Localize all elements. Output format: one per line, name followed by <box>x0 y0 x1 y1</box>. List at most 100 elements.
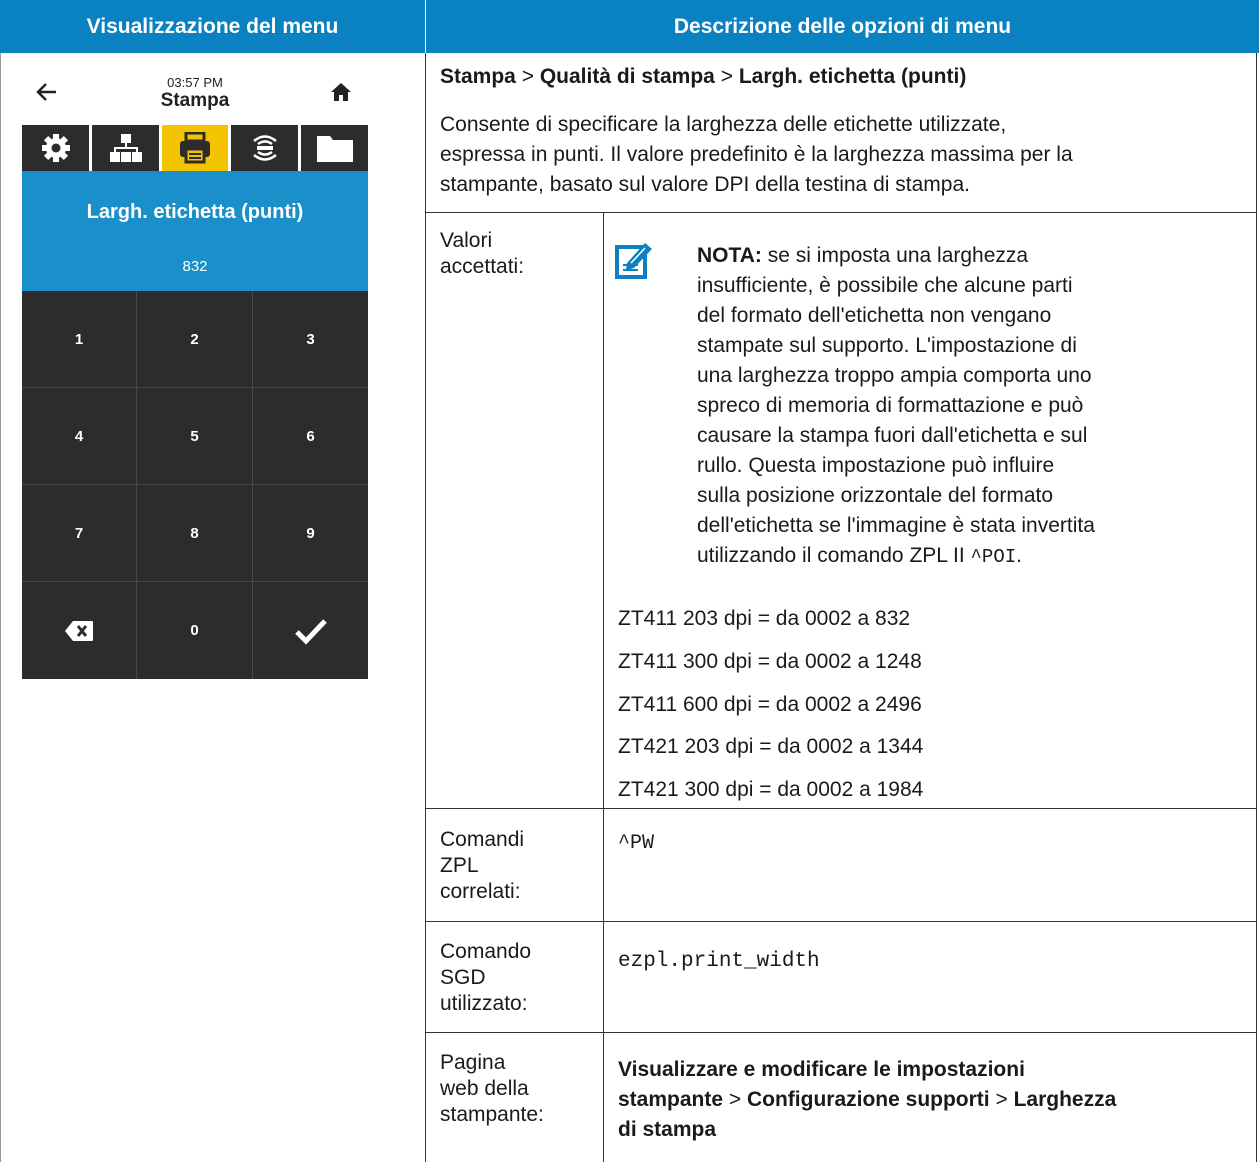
menu-path: Stampa > Qualità di stampa > Largh. etic… <box>440 62 966 92</box>
note-line: spreco di memoria di formattazione e può <box>697 394 1084 417</box>
note-block: NOTA: se si imposta una larghezza insuff… <box>697 241 1095 572</box>
sgd-label: Comando SGD utilizzato: <box>440 939 531 1017</box>
label-line: ZPL <box>440 854 479 877</box>
column-header-description: Descrizione delle opzioni di menu <box>426 0 1259 53</box>
note-line: del formato dell'etichetta non vengano <box>697 304 1052 327</box>
inner-column-divider <box>603 213 604 1162</box>
key-5[interactable]: 5 <box>137 388 253 485</box>
web-path-line: Visualizzare e modificare le impostazion… <box>618 1055 1116 1085</box>
network-tab[interactable] <box>92 125 159 171</box>
table-right-border <box>1256 53 1257 1162</box>
confirm-key[interactable] <box>253 582 368 679</box>
web-path-part: Visualizzare e modificare le impostazion… <box>618 1058 1025 1081</box>
key-3[interactable]: 3 <box>253 291 368 388</box>
zpl-label: Comandi ZPL correlati: <box>440 827 524 905</box>
label-line: Pagina <box>440 1051 506 1074</box>
web-path-line: di stampa <box>618 1115 1116 1145</box>
range-item: ZT411 300 dpi = da 0002 a 1248 <box>618 650 922 673</box>
zpl-command: ^PW <box>618 832 655 855</box>
web-label: Pagina web della stampante: <box>440 1050 544 1128</box>
folder-icon <box>316 136 353 162</box>
note-end: . <box>1016 544 1022 567</box>
description-line: espressa in punti. Il valore predefinito… <box>440 143 1073 166</box>
key-0[interactable]: 0 <box>137 582 253 679</box>
wireless-tab[interactable] <box>231 125 298 171</box>
note-pencil-icon <box>615 243 652 279</box>
description-line: Consente di specificare la larghezza del… <box>440 113 1007 136</box>
print-tab-active[interactable] <box>162 125 228 171</box>
key-2[interactable]: 2 <box>137 291 253 388</box>
menu-icon-bar <box>22 125 368 171</box>
folder-tab[interactable] <box>301 125 368 171</box>
key-6[interactable]: 6 <box>253 388 368 485</box>
display-title: Stampa <box>160 90 230 111</box>
row-divider <box>425 921 1257 922</box>
backspace-icon <box>65 620 93 641</box>
row-divider <box>425 212 1257 213</box>
display-top-bar: 03:57 PM Stampa <box>22 69 368 125</box>
row-divider <box>425 808 1257 809</box>
table-left-border <box>0 53 1 1162</box>
label-line: Valori <box>440 229 493 252</box>
note-line: una larghezza troppo ampia comporta uno <box>697 364 1092 387</box>
web-path-part: Configurazione supporti <box>746 1088 990 1111</box>
label-line: utilizzato: <box>440 992 528 1015</box>
checkmark-icon <box>294 618 327 645</box>
note-text: utilizzando il comando ZPL II <box>697 544 971 567</box>
path-larghezza: Largh. etichetta (punti) <box>738 65 967 88</box>
setting-label: Largh. etichetta (punti) <box>86 201 304 223</box>
home-icon[interactable] <box>330 81 352 103</box>
row-divider <box>425 1032 1257 1033</box>
key-4[interactable]: 4 <box>22 388 137 485</box>
label-line: SGD <box>440 966 486 989</box>
range-item: ZT411 203 dpi = da 0002 a 832 <box>618 607 911 630</box>
network-icon <box>109 134 142 162</box>
note-line: stampate sul supporto. L'impostazione di <box>697 334 1077 357</box>
label-line: Comandi <box>440 828 525 851</box>
path-stampa: Stampa <box>440 65 516 88</box>
description-line: stampante, basato sul valore DPI della t… <box>440 173 970 196</box>
settings-icon <box>41 134 70 162</box>
web-path-line: stampante > Configurazione supporti > La… <box>618 1085 1116 1115</box>
note-label: NOTA: <box>697 244 762 267</box>
label-line: stampante: <box>440 1103 544 1126</box>
note-line: rullo. Questa impostazione può influire <box>697 454 1055 477</box>
range-item: ZT421 300 dpi = da 0002 a 1984 <box>618 778 924 801</box>
backspace-key[interactable] <box>22 582 137 679</box>
range-item: ZT411 600 dpi = da 0002 a 2496 <box>618 693 922 716</box>
web-path: Visualizzare e modificare le impostazion… <box>618 1055 1116 1145</box>
valori-label: Valori accettati: <box>440 228 524 280</box>
key-1[interactable]: 1 <box>22 291 137 388</box>
path-qualita: Qualità di stampa <box>539 65 715 88</box>
path-separator: > <box>521 65 534 88</box>
note-line: causare la stampa fuori dall'etichetta e… <box>697 424 1088 447</box>
web-path-part: Larghezza <box>1013 1088 1117 1111</box>
note-line: dell'etichetta se l'immagine è stata inv… <box>697 514 1095 537</box>
printer-icon <box>180 132 210 164</box>
note-line: NOTA: se si imposta una larghezza <box>697 241 1095 271</box>
note-line: insufficiente, è possibile che alcune pa… <box>697 274 1073 297</box>
path-separator: > <box>720 65 733 88</box>
label-line: correlati: <box>440 880 521 903</box>
key-8[interactable]: 8 <box>137 485 253 582</box>
note-text: se si imposta una larghezza <box>761 244 1029 267</box>
setting-value[interactable]: 832 <box>22 258 368 275</box>
selected-setting-panel: Largh. etichetta (punti) 832 <box>22 171 368 291</box>
range-item: ZT421 203 dpi = da 0002 a 1344 <box>618 735 924 758</box>
web-path-part: di stampa <box>618 1118 717 1141</box>
path-separator: > <box>728 1088 742 1111</box>
path-separator: > <box>995 1088 1008 1111</box>
label-line: accettati: <box>440 255 525 278</box>
label-line: web della <box>440 1077 529 1100</box>
printer-display: 03:57 PM Stampa Largh. etichetta (punti)… <box>22 69 368 679</box>
note-line: sulla posizione orizzontale del formato <box>697 484 1054 507</box>
note-line: utilizzando il comando ZPL II ^POI. <box>697 541 1095 572</box>
settings-tab[interactable] <box>22 125 89 171</box>
column-divider <box>425 53 426 1162</box>
key-9[interactable]: 9 <box>253 485 368 582</box>
key-7[interactable]: 7 <box>22 485 137 582</box>
web-path-part: stampante <box>618 1088 724 1111</box>
display-time: 03:57 PM <box>167 75 223 90</box>
description: Consente di specificare la larghezza del… <box>440 110 1073 200</box>
sgd-command: ezpl.print_width <box>618 950 820 973</box>
